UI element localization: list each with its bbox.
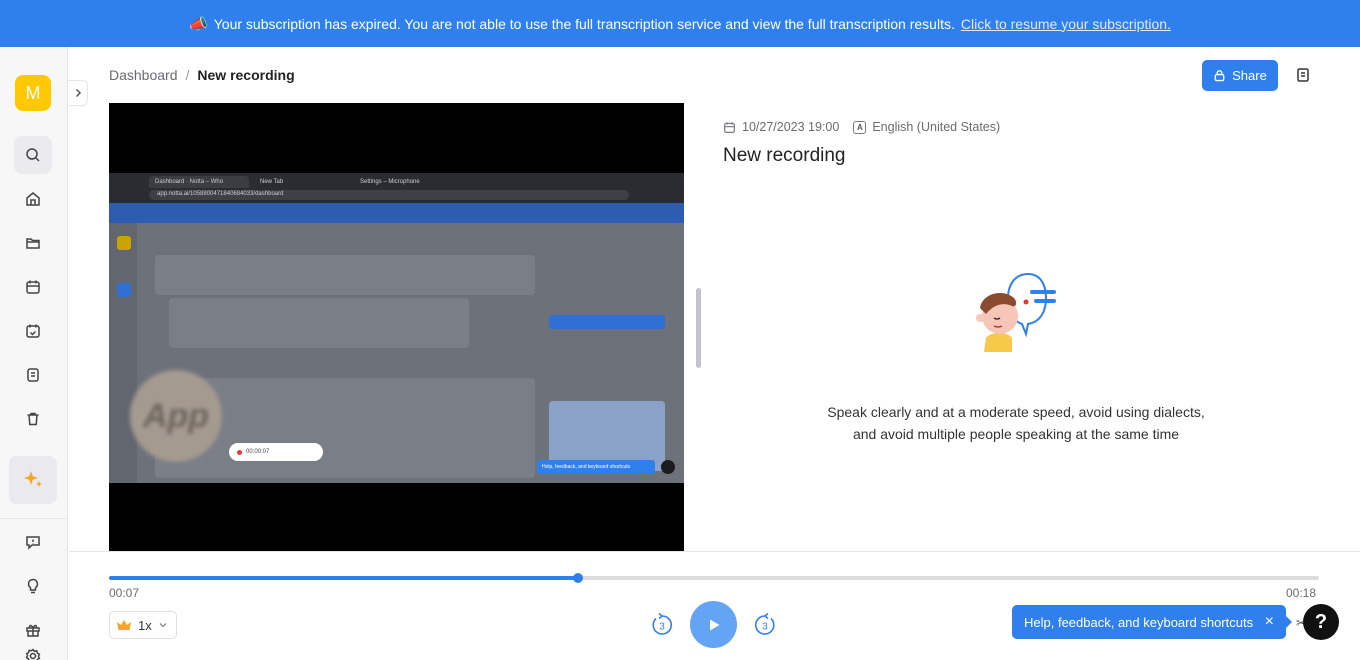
breadcrumb-current: New recording: [197, 67, 295, 83]
progress-fill: [109, 576, 579, 580]
calendar-check-icon: [26, 324, 40, 338]
play-icon: [709, 619, 719, 630]
folder-icon: [26, 238, 40, 249]
settings-icon: [25, 648, 41, 660]
avatar[interactable]: M: [15, 75, 51, 111]
chevron-down-icon: [159, 623, 167, 628]
breadcrumb-separator: /: [185, 67, 190, 83]
document-icon: [1297, 68, 1309, 82]
recording-meta: 10/27/2023 19:00 A English (United State…: [723, 120, 1000, 134]
total-time: 00:18: [1286, 586, 1317, 600]
breadcrumb-dashboard[interactable]: Dashboard: [109, 67, 178, 83]
playback-speed-select[interactable]: 1x: [109, 611, 177, 639]
breadcrumb: Dashboard / New recording: [109, 67, 295, 83]
subscription-banner: 📣 Your subscription has expired. You are…: [0, 0, 1360, 47]
recorded-avatar: [117, 236, 131, 250]
recording-language[interactable]: English (United States): [872, 120, 1000, 134]
video-frame: Dashboard · Notta – Who New Tab Settings…: [109, 173, 684, 483]
speaker-illustration: [976, 272, 1056, 352]
home-button[interactable]: [14, 180, 52, 218]
sidebar-divider: [0, 518, 68, 519]
recorded-nav-active: [117, 283, 131, 297]
play-button[interactable]: [690, 601, 737, 648]
speed-label: 1x: [138, 617, 152, 633]
sparkle-icon: [24, 471, 42, 487]
help-tooltip-text: Help, feedback, and keyboard shortcuts: [1024, 614, 1254, 630]
recorded-tab: Settings – Microphone: [360, 179, 420, 185]
calendar-icon: [724, 121, 735, 133]
trash-button[interactable]: [14, 400, 52, 438]
calendar-icon: [26, 280, 40, 294]
current-time: 00:07: [109, 586, 140, 600]
progress-track[interactable]: [109, 573, 1319, 583]
megaphone-icon: 📣: [189, 15, 208, 33]
recorded-card: [155, 255, 535, 295]
help-button[interactable]: ?: [1303, 604, 1339, 640]
recorded-button: [549, 315, 665, 329]
recorded-browser-chrome: Dashboard · Notta – Who New Tab Settings…: [109, 173, 684, 203]
recording-pill: 00:00:07: [229, 443, 323, 461]
panel-resize-handle[interactable]: [696, 288, 701, 368]
player-divider: [69, 551, 1360, 552]
settings-button[interactable]: [14, 637, 52, 660]
expand-sidebar-button[interactable]: [68, 80, 88, 106]
home-icon: [26, 192, 40, 206]
recording-timer: 00:00:07: [246, 449, 270, 455]
rewind-icon: 3: [652, 612, 673, 635]
notes-icon: [27, 368, 39, 382]
ai-assistant-button[interactable]: [9, 456, 57, 504]
skip-forward-button[interactable]: 3: [752, 612, 778, 638]
recorded-tab: New Tab: [260, 179, 284, 185]
summary-notes-button[interactable]: [1292, 64, 1314, 86]
forward-icon: 3: [754, 612, 775, 635]
skip-back-button[interactable]: 3: [649, 612, 675, 638]
close-tooltip-button[interactable]: ×: [1265, 613, 1274, 631]
calendar-button[interactable]: [14, 268, 52, 306]
banner-message: Your subscription has expired. You are n…: [213, 15, 955, 32]
sidebar: M: [0, 47, 68, 660]
folders-button[interactable]: [14, 224, 52, 262]
gift-icon: [26, 624, 40, 637]
search-icon: [26, 148, 40, 162]
recording-title[interactable]: New recording: [723, 145, 846, 167]
recording-datetime: 10/27/2023 19:00: [742, 120, 840, 134]
search-button[interactable]: [14, 136, 52, 174]
share-label: Share: [1232, 68, 1267, 83]
recorded-card: [169, 298, 469, 348]
progress-handle[interactable]: [573, 573, 584, 583]
resume-subscription-link[interactable]: Click to resume your subscription.: [961, 16, 1171, 32]
bulb-icon: [27, 578, 39, 594]
recorded-banner: [109, 203, 684, 223]
record-dot-icon: [237, 449, 242, 455]
recorded-help-tooltip: Help, feedback, and keyboard shortcuts: [537, 460, 655, 474]
blurred-logo: App: [130, 370, 222, 462]
schedule-button[interactable]: [14, 312, 52, 350]
help-tooltip: Help, feedback, and keyboard shortcuts ×: [1012, 605, 1292, 639]
share-button[interactable]: Share: [1202, 60, 1278, 91]
trash-icon: [27, 412, 39, 426]
tips-button[interactable]: [14, 567, 52, 605]
recorded-help-button: [661, 460, 675, 474]
notes-button[interactable]: [14, 356, 52, 394]
lock-icon: [1214, 70, 1225, 82]
feedback-button[interactable]: [14, 523, 52, 561]
recorded-tab: Dashboard · Notta – Who: [149, 176, 249, 188]
crown-icon: [117, 620, 131, 630]
video-player[interactable]: Dashboard · Notta – Who New Tab Settings…: [109, 103, 684, 551]
feedback-icon: [26, 536, 40, 550]
chevron-right-icon: [75, 88, 81, 98]
skip-forward-seconds: 3: [762, 622, 768, 633]
recorded-sidebar: [109, 223, 137, 483]
language-icon: A: [853, 120, 867, 134]
recording-tip: Speak clearly and at a moderate speed, a…: [827, 404, 1205, 442]
recorded-urlbar: app.notta.ai/1058800471840684033/dashboa…: [149, 190, 629, 200]
skip-back-seconds: 3: [659, 622, 665, 633]
